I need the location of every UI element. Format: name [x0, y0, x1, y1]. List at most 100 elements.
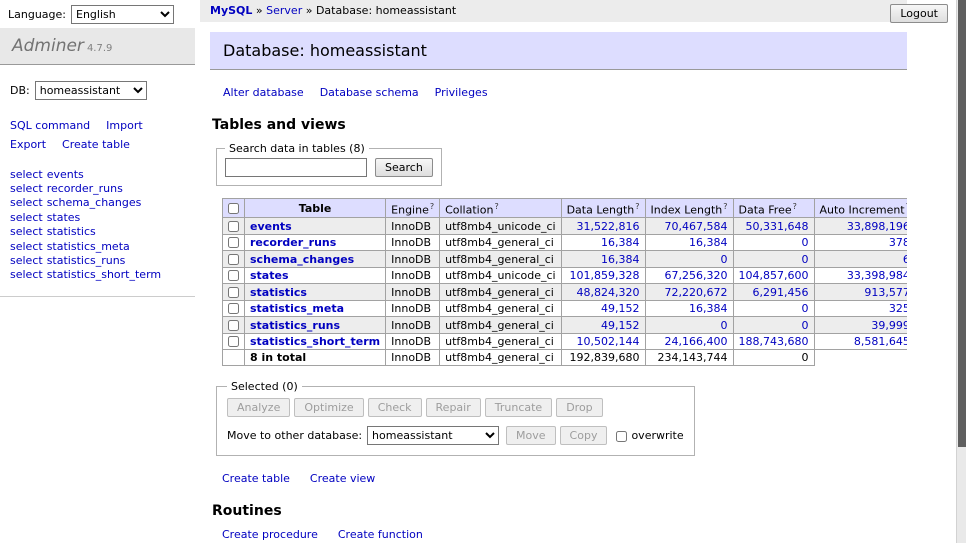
logout-button[interactable]: Logout: [890, 4, 948, 23]
table-link-recorder_runs[interactable]: recorder_runs: [250, 236, 336, 249]
table-name-link-schema_changes[interactable]: schema_changes: [47, 196, 142, 209]
overwrite-checkbox[interactable]: [616, 431, 627, 442]
data-free-link[interactable]: 0: [802, 302, 809, 315]
data-length-link[interactable]: 31,522,816: [577, 220, 640, 233]
help-icon[interactable]: ?: [906, 202, 907, 211]
nav-link-alter-database[interactable]: Alter database: [223, 86, 304, 99]
data-free-link[interactable]: 0: [802, 319, 809, 332]
row-checkbox-schema_changes[interactable]: [228, 254, 239, 265]
table-link-statistics_meta[interactable]: statistics_meta: [250, 302, 344, 315]
row-checkbox-statistics_short_term[interactable]: [228, 336, 239, 347]
data-length-link[interactable]: 101,859,328: [570, 269, 640, 282]
routine-link-create-function[interactable]: Create function: [338, 528, 423, 541]
table-name-link-statistics_short_term[interactable]: statistics_short_term: [47, 268, 161, 281]
help-icon[interactable]: ?: [635, 202, 639, 211]
sidebar-link-import[interactable]: Import: [106, 119, 143, 132]
auto-increment-link[interactable]: 913,577: [864, 286, 907, 299]
auto-increment-link[interactable]: 6: [903, 253, 907, 266]
index-length-link[interactable]: 16,384: [689, 236, 728, 249]
row-checkbox-states[interactable]: [228, 270, 239, 281]
help-icon[interactable]: ?: [723, 202, 727, 211]
row-checkbox-statistics_runs[interactable]: [228, 320, 239, 331]
sidebar-link-sql-command[interactable]: SQL command: [10, 119, 90, 132]
scrollbar[interactable]: [956, 0, 966, 543]
auto-increment-link[interactable]: 378: [889, 236, 907, 249]
nav-link-privileges[interactable]: Privileges: [435, 86, 488, 99]
row-checkbox-statistics_meta[interactable]: [228, 303, 239, 314]
move-button[interactable]: Move: [506, 426, 556, 445]
copy-button[interactable]: Copy: [560, 426, 608, 445]
sidebar-link-export[interactable]: Export: [10, 138, 46, 151]
auto-increment-link[interactable]: 8,581,645: [854, 335, 907, 348]
data-length-link[interactable]: 49,152: [601, 302, 640, 315]
table-link-statistics_short_term[interactable]: statistics_short_term: [250, 335, 380, 348]
data-length-link[interactable]: 48,824,320: [577, 286, 640, 299]
select-link-recorder_runs[interactable]: select: [10, 182, 43, 195]
data-free-link[interactable]: 104,857,600: [739, 269, 809, 282]
data-length-link[interactable]: 16,384: [601, 236, 640, 249]
search-input[interactable]: [225, 158, 367, 177]
drop-button[interactable]: Drop: [556, 398, 602, 417]
breadcrumb-item-mysql[interactable]: MySQL: [210, 4, 252, 17]
sidebar-link-create-table[interactable]: Create table: [62, 138, 130, 151]
table-name-link-states[interactable]: states: [47, 211, 81, 224]
nav-link-database-schema[interactable]: Database schema: [320, 86, 419, 99]
analyze-button[interactable]: Analyze: [227, 398, 290, 417]
table-link-states[interactable]: states: [250, 269, 289, 282]
language-select[interactable]: English: [71, 5, 174, 24]
row-checkbox-recorder_runs[interactable]: [228, 237, 239, 248]
select-all-checkbox[interactable]: [228, 203, 239, 214]
index-length-link[interactable]: 70,467,584: [665, 220, 728, 233]
help-icon[interactable]: ?: [494, 202, 498, 211]
data-free-link[interactable]: 0: [802, 236, 809, 249]
footer-link-create-table[interactable]: Create table: [222, 472, 290, 485]
select-link-events[interactable]: select: [10, 168, 43, 181]
check-button[interactable]: Check: [368, 398, 422, 417]
move-db-select[interactable]: homeassistant: [367, 426, 499, 445]
index-length-link[interactable]: 67,256,320: [665, 269, 728, 282]
select-link-statistics_short_term[interactable]: select: [10, 268, 43, 281]
search-button[interactable]: Search: [375, 158, 433, 177]
select-link-statistics_meta[interactable]: select: [10, 240, 43, 253]
index-length-link[interactable]: 72,220,672: [665, 286, 728, 299]
db-select[interactable]: homeassistant: [35, 81, 147, 100]
help-icon[interactable]: ?: [430, 202, 434, 211]
data-free-link[interactable]: 50,331,648: [746, 220, 809, 233]
breadcrumb-item-server[interactable]: Server: [266, 4, 302, 17]
data-free-link[interactable]: 0: [802, 253, 809, 266]
select-link-schema_changes[interactable]: select: [10, 196, 43, 209]
index-length-link[interactable]: 0: [721, 319, 728, 332]
row-checkbox-events[interactable]: [228, 221, 239, 232]
table-name-link-events[interactable]: events: [47, 168, 84, 181]
help-icon[interactable]: ?: [793, 202, 797, 211]
table-name-link-statistics_meta[interactable]: statistics_meta: [47, 240, 130, 253]
table-link-statistics[interactable]: statistics: [250, 286, 307, 299]
truncate-button[interactable]: Truncate: [485, 398, 552, 417]
adminer-logo-link[interactable]: Adminer: [12, 36, 84, 56]
data-length-link[interactable]: 49,152: [601, 319, 640, 332]
table-link-events[interactable]: events: [250, 220, 292, 233]
routine-link-create-procedure[interactable]: Create procedure: [222, 528, 318, 541]
select-link-states[interactable]: select: [10, 211, 43, 224]
table-link-statistics_runs[interactable]: statistics_runs: [250, 319, 340, 332]
index-length-link[interactable]: 0: [721, 253, 728, 266]
table-link-schema_changes[interactable]: schema_changes: [250, 253, 354, 266]
index-length-link[interactable]: 16,384: [689, 302, 728, 315]
scrollbar-thumb[interactable]: [958, 0, 966, 447]
repair-button[interactable]: Repair: [426, 398, 481, 417]
auto-increment-link[interactable]: 325: [889, 302, 907, 315]
footer-link-create-view[interactable]: Create view: [310, 472, 375, 485]
auto-increment-link[interactable]: 39,999: [871, 319, 907, 332]
data-length-link[interactable]: 10,502,144: [577, 335, 640, 348]
data-free-link[interactable]: 188,743,680: [739, 335, 809, 348]
table-name-link-recorder_runs[interactable]: recorder_runs: [47, 182, 123, 195]
auto-increment-link[interactable]: 33,898,196: [847, 220, 907, 233]
data-length-link[interactable]: 16,384: [601, 253, 640, 266]
select-link-statistics_runs[interactable]: select: [10, 254, 43, 267]
index-length-link[interactable]: 24,166,400: [665, 335, 728, 348]
row-checkbox-statistics[interactable]: [228, 287, 239, 298]
optimize-button[interactable]: Optimize: [294, 398, 363, 417]
data-free-link[interactable]: 6,291,456: [753, 286, 809, 299]
table-name-link-statistics[interactable]: statistics: [47, 225, 96, 238]
auto-increment-link[interactable]: 33,398,984: [847, 269, 907, 282]
